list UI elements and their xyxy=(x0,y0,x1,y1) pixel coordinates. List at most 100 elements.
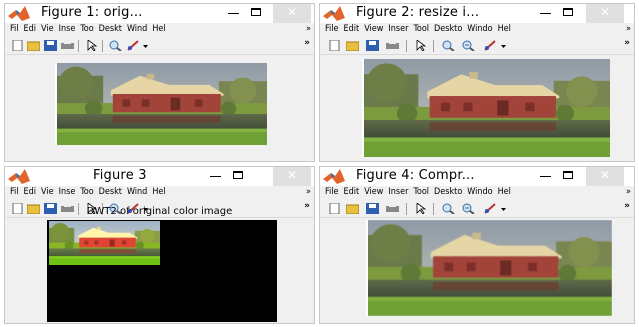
dwt-approximation-image xyxy=(49,221,160,265)
chevron-down-icon[interactable] xyxy=(500,203,507,214)
minimize-button[interactable] xyxy=(536,167,556,186)
save-icon[interactable] xyxy=(44,40,57,51)
toolbar-overflow-chevron[interactable]: » xyxy=(624,201,630,211)
menu-help[interactable]: Hel xyxy=(152,24,165,34)
brush-icon[interactable] xyxy=(484,40,497,51)
menu-bar: File Edit View Inser Tool Deskto Windo Hel » xyxy=(320,24,634,38)
toolbar: » xyxy=(5,38,314,55)
menu-tools[interactable]: Too xyxy=(80,24,93,34)
maximize-button[interactable] xyxy=(229,167,249,186)
menu-view[interactable]: View xyxy=(364,24,383,34)
open-file-icon[interactable] xyxy=(27,40,40,51)
menu-view[interactable]: Vie xyxy=(41,24,54,34)
chevron-down-icon[interactable] xyxy=(142,40,149,51)
menu-overflow-chevron[interactable]: » xyxy=(306,24,311,34)
window-title: Figure 1: orig... xyxy=(41,5,143,20)
select-arrow-icon[interactable] xyxy=(414,203,427,214)
close-button[interactable]: ✕ xyxy=(273,4,311,23)
menu-window[interactable]: Windo xyxy=(467,24,492,34)
print-icon[interactable] xyxy=(61,40,74,51)
minimize-button[interactable] xyxy=(206,167,226,186)
select-arrow-icon[interactable] xyxy=(85,40,98,51)
menu-desktop[interactable]: Deskto xyxy=(434,187,462,197)
zoom-out-icon[interactable] xyxy=(462,203,475,214)
menu-edit[interactable]: Edit xyxy=(344,187,360,197)
menu-window[interactable]: Wind xyxy=(127,24,147,34)
zoom-in-icon[interactable] xyxy=(442,203,455,214)
figure-window-1[interactable]: Figure 1: orig... ✕ Fil Edi Vie Inse Too Desk… xyxy=(4,3,315,162)
new-figure-icon[interactable] xyxy=(328,203,341,214)
menu-view[interactable]: View xyxy=(364,187,383,197)
maximize-button[interactable] xyxy=(559,4,579,23)
menu-insert[interactable]: Inse xyxy=(59,24,76,34)
minimize-button[interactable] xyxy=(536,4,556,23)
menu-desktop[interactable]: Deskto xyxy=(434,24,462,34)
menu-edit[interactable]: Edit xyxy=(344,24,360,34)
zoom-in-icon[interactable] xyxy=(109,40,122,51)
toolbar-overflow-chevron[interactable]: » xyxy=(624,38,630,48)
figure-window-4[interactable]: Figure 4: Compr... ✕ File Edit View Inser To… xyxy=(319,166,635,324)
menu-desktop[interactable]: Deskt xyxy=(99,24,122,34)
figure-canvas xyxy=(320,55,634,161)
window-title: Figure 3 xyxy=(93,168,147,183)
menu-tools[interactable]: Too xyxy=(80,187,93,197)
new-figure-icon[interactable] xyxy=(328,40,341,51)
toolbar: » xyxy=(320,38,634,55)
toolbar-overflow-chevron[interactable]: » xyxy=(304,38,310,48)
title-bar[interactable]: Figure 3 ✕ xyxy=(5,167,314,186)
save-icon[interactable] xyxy=(366,40,379,51)
menu-tools[interactable]: Tool xyxy=(413,24,429,34)
menu-help[interactable]: Hel xyxy=(152,187,165,197)
save-icon[interactable] xyxy=(366,203,379,214)
menu-window[interactable]: Wind xyxy=(127,187,147,197)
chevron-down-icon[interactable] xyxy=(500,40,507,51)
menu-insert[interactable]: Inse xyxy=(59,187,76,197)
menu-edit[interactable]: Edi xyxy=(24,24,37,34)
brush-icon[interactable] xyxy=(484,203,497,214)
print-icon[interactable] xyxy=(386,203,399,214)
zoom-out-icon[interactable] xyxy=(462,40,475,51)
window-title: Figure 4: Compr... xyxy=(356,168,475,183)
zoom-in-icon[interactable] xyxy=(442,40,455,51)
menu-file[interactable]: File xyxy=(325,187,339,197)
menu-desktop[interactable]: Deskt xyxy=(99,187,122,197)
maximize-button[interactable] xyxy=(559,167,579,186)
image-pixels xyxy=(55,63,267,145)
close-button[interactable]: ✕ xyxy=(586,167,624,186)
title-bar[interactable]: Figure 4: Compr... ✕ xyxy=(320,167,634,186)
minimize-button[interactable] xyxy=(224,4,244,23)
select-arrow-icon[interactable] xyxy=(414,40,427,51)
menu-tools[interactable]: Tool xyxy=(413,187,429,197)
close-button[interactable]: ✕ xyxy=(273,167,311,186)
menu-overflow-chevron[interactable]: » xyxy=(306,187,311,197)
matlab-logo-icon xyxy=(323,169,345,184)
toolbar: » xyxy=(320,201,634,218)
menu-file[interactable]: Fil xyxy=(10,187,19,197)
menu-view[interactable]: Vie xyxy=(41,187,54,197)
menu-window[interactable]: Windo xyxy=(467,187,492,197)
menu-edit[interactable]: Edi xyxy=(24,187,37,197)
new-figure-icon[interactable] xyxy=(11,40,24,51)
close-button[interactable]: ✕ xyxy=(586,4,624,23)
menu-overflow-chevron[interactable]: » xyxy=(626,24,631,34)
open-file-icon[interactable] xyxy=(346,203,359,214)
print-icon[interactable] xyxy=(386,40,399,51)
barn-image xyxy=(55,63,267,145)
maximize-button[interactable] xyxy=(247,4,267,23)
figure-canvas xyxy=(5,55,314,161)
menu-overflow-chevron[interactable]: » xyxy=(626,187,631,197)
brush-icon[interactable] xyxy=(127,40,140,51)
image-pixels xyxy=(366,220,612,316)
title-bar[interactable]: Figure 2: resize i... ✕ xyxy=(320,4,634,23)
figure-window-2[interactable]: Figure 2: resize i... ✕ File Edit View Inse… xyxy=(319,3,635,162)
open-file-icon[interactable] xyxy=(346,40,359,51)
figure-window-3[interactable]: Figure 3 ✕ Fil Edi Vie Inse Too Deskt Wind Hel … xyxy=(4,166,315,324)
menu-insert[interactable]: Inser xyxy=(388,187,408,197)
menu-help[interactable]: Hel xyxy=(498,187,511,197)
menu-insert[interactable]: Inser xyxy=(388,24,408,34)
title-bar[interactable]: Figure 1: orig... ✕ xyxy=(5,4,314,23)
matlab-logo-icon xyxy=(323,6,345,21)
menu-help[interactable]: Hel xyxy=(498,24,511,34)
menu-file[interactable]: Fil xyxy=(10,24,19,34)
menu-file[interactable]: File xyxy=(325,24,339,34)
